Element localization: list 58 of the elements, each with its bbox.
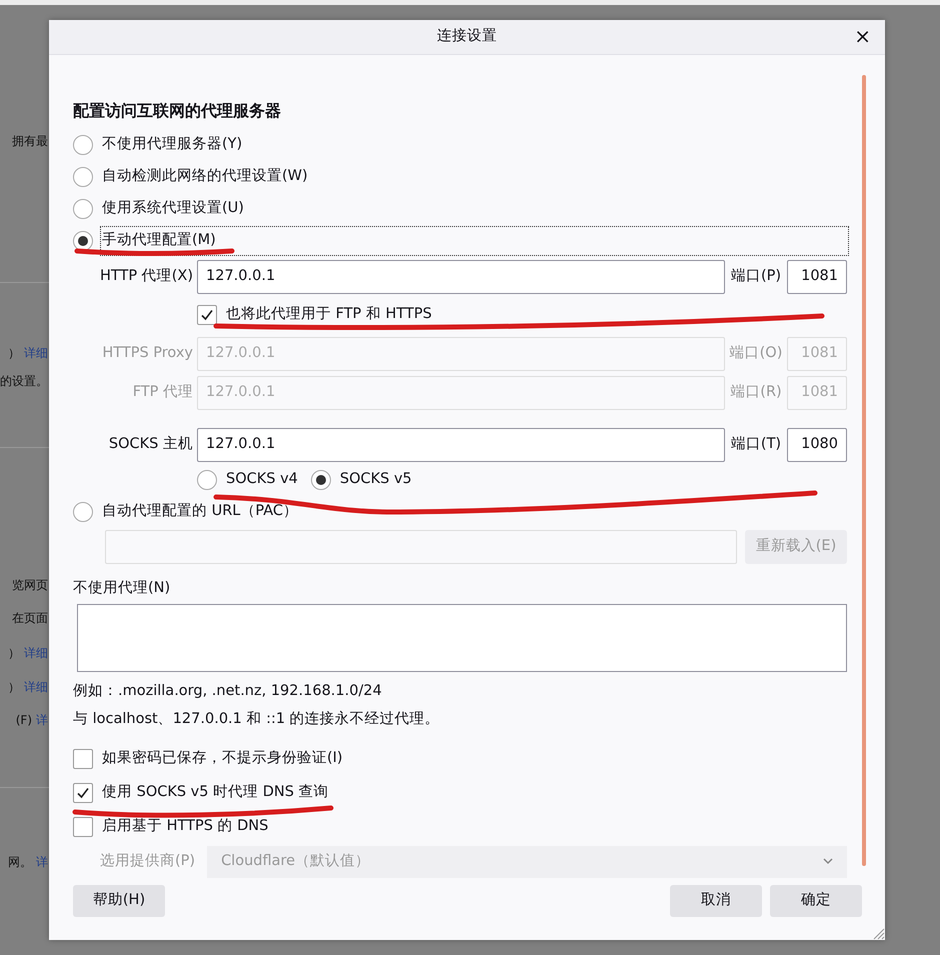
caret-icon [823,858,833,866]
checkbox-label[interactable]: 也将此代理用于 FTP 和 HTTPS [226,304,432,326]
field-label: 端口(P) [730,266,782,286]
radio-label[interactable]: 不使用代理服务器(Y) [102,134,242,156]
ok-button[interactable]: 确定 [770,884,862,917]
hint-text: 例如：.mozilla.org, .net.nz, 192.168.1.0/24 [73,682,382,701]
page-text: ） [8,646,20,660]
section-heading: 配置访问互联网的代理服务器 [73,100,282,122]
field-label: HTTP 代理(X) [99,266,193,286]
close-button[interactable]: × [850,26,875,46]
page-text: 的设置。 [0,374,48,388]
cancel-button[interactable]: 取消 [670,884,762,917]
checkbox[interactable] [73,816,93,837]
resize-grip-icon[interactable] [871,926,885,940]
check-icon [200,308,214,322]
port-field[interactable]: 1080 [787,428,847,462]
radio-label[interactable]: 手动代理配置(M) [102,228,847,254]
page-text: 网。 [8,855,32,869]
text-field[interactable]: 127.0.0.1 [197,428,725,462]
checkbox[interactable] [73,748,93,769]
window-title: 连接设置 [437,27,497,46]
checkbox[interactable] [197,305,217,325]
page-text: 拥有最 [12,134,48,148]
page-text: ） [8,346,20,360]
field-label: SOCKS 主机 [108,434,193,454]
field-label: 端口(R) [729,382,783,402]
radio-label[interactable]: 使用系统代理设置(U) [102,198,244,220]
text-field[interactable]: 127.0.0.1 [197,260,725,294]
help-button[interactable]: 帮助(H) [73,884,165,917]
field-label: FTP 代理 [132,382,193,402]
radio-label[interactable]: SOCKS v5 [340,469,412,491]
checkbox[interactable] [73,782,93,803]
checkbox-label[interactable]: 使用 SOCKS v5 时代理 DNS 查询 [102,782,329,804]
field-label: 端口(O) [729,344,783,363]
field-label: 选用提供商(P) [100,852,196,871]
page-text: 览网页 [12,578,48,592]
page-text: ） [8,680,20,694]
radio-button[interactable] [73,199,93,219]
text-area[interactable] [77,604,847,672]
radio-button[interactable] [73,231,93,251]
field-label: 端口(T) [730,434,782,454]
field-label: HTTPS Proxy [101,344,193,363]
dropdown-value: Cloudflare（默认值） [221,852,370,871]
radio-button[interactable] [197,470,217,490]
radio-label[interactable]: SOCKS v4 [226,469,298,491]
page-text: (F) [16,713,32,727]
page-text: 在页面 [12,611,48,625]
port-field[interactable]: 1081 [787,260,847,294]
radio-button[interactable] [310,470,331,490]
hint-text: 与 localhost、127.0.0.1 和 ::1 的连接永不经过代理。 [73,710,440,729]
checkbox-label[interactable]: 启用基于 HTTPS 的 DNS [102,816,268,838]
radio-label[interactable]: 自动检测此网络的代理设置(W) [102,166,308,188]
radio-button[interactable] [73,135,93,155]
field-label: 不使用代理(N) [73,580,170,596]
scrollbar[interactable] [862,75,866,866]
radio-button[interactable] [73,167,93,187]
check-icon [76,786,90,800]
checkbox-label[interactable]: 如果密码已保存，不提示身份验证(I) [102,748,343,770]
